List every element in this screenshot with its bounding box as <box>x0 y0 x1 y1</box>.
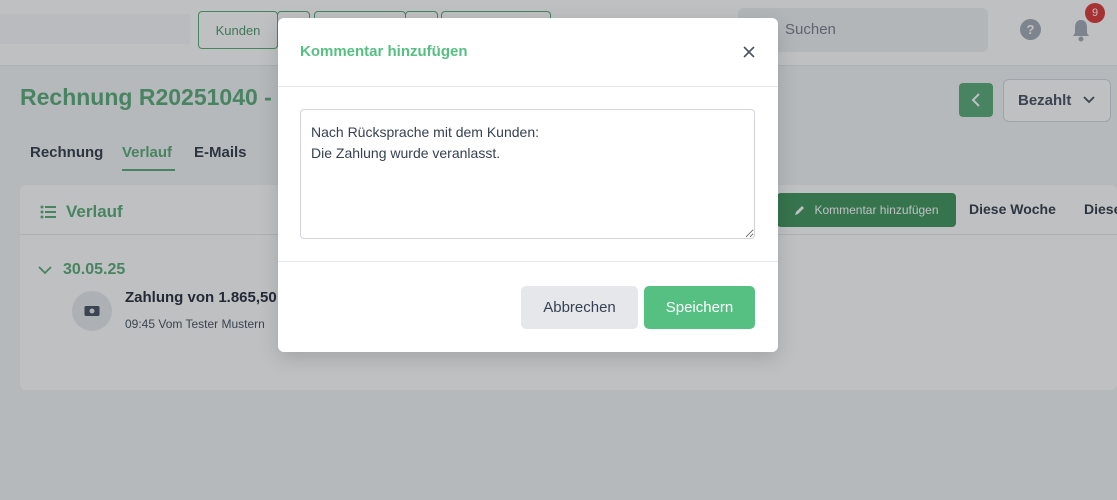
dialog-header: Kommentar hinzufügen <box>278 18 778 87</box>
save-button[interactable]: Speichern <box>644 286 755 329</box>
cancel-button[interactable]: Abbrechen <box>521 286 638 329</box>
dialog-title: Kommentar hinzufügen <box>300 43 468 60</box>
close-icon[interactable] <box>741 44 757 60</box>
dialog-footer: Abbrechen Speichern <box>278 261 778 352</box>
comment-textarea[interactable]: Nach Rücksprache mit dem Kunden: Die Zah… <box>300 109 755 239</box>
add-comment-dialog: Kommentar hinzufügen Nach Rücksprache mi… <box>278 18 778 352</box>
